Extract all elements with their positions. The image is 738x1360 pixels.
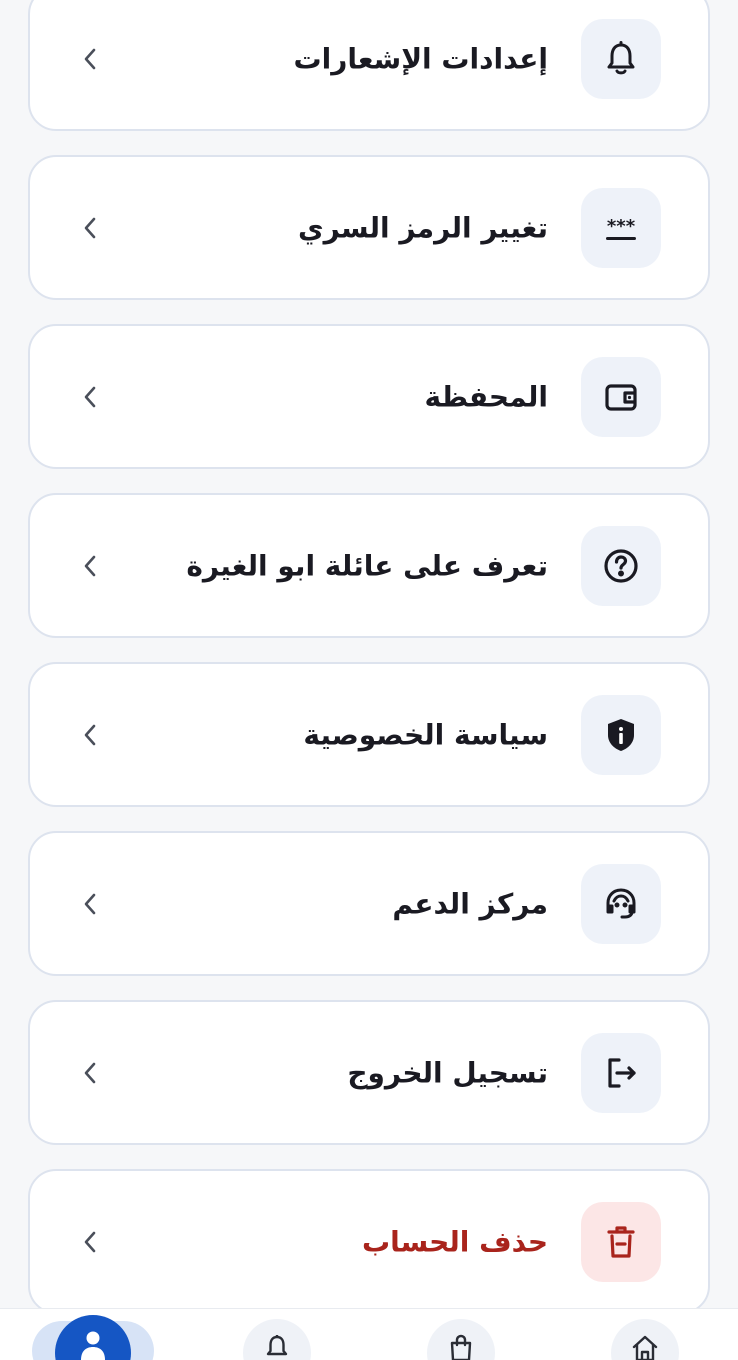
chevron-left-icon xyxy=(78,215,104,241)
menu-item-wallet[interactable]: المحفظة xyxy=(28,324,710,469)
headset-icon xyxy=(606,888,636,918)
menu-item-label: إعدادات الإشعارات xyxy=(293,42,548,75)
menu-item-icon-box xyxy=(581,525,661,606)
home-icon xyxy=(632,1335,658,1360)
password-icon: *** xyxy=(606,216,636,240)
menu-item-privacy-policy[interactable]: سياسة الخصوصية xyxy=(28,662,710,807)
chevron-left-icon xyxy=(78,384,104,410)
menu-item-label: المحفظة xyxy=(424,380,548,413)
logout-icon xyxy=(608,1057,636,1088)
wallet-icon xyxy=(605,383,637,411)
menu-item-icon-box xyxy=(581,863,661,944)
menu-item-label: سياسة الخصوصية xyxy=(303,718,548,751)
menu-item-icon-box xyxy=(581,18,661,99)
menu-item-label: حذف الحساب xyxy=(361,1225,548,1258)
chevron-left-icon xyxy=(78,891,104,917)
menu-item-icon-box: *** xyxy=(581,187,661,268)
profile-icon xyxy=(81,1331,105,1360)
menu-item-delete-account[interactable]: حذف الحساب xyxy=(28,1169,710,1314)
menu-item-logout[interactable]: تسجيل الخروج xyxy=(28,1000,710,1145)
question-icon xyxy=(604,548,638,583)
menu-item-about-family[interactable]: تعرف على عائلة ابو الغيرة xyxy=(28,493,710,638)
chevron-left-icon xyxy=(78,46,104,72)
screen: إعدادات الإشعارات *** تغيير الرمز السري xyxy=(0,0,738,1360)
menu-item-label: مركز الدعم xyxy=(392,887,548,920)
bottom-nav xyxy=(0,1308,738,1360)
menu-item-icon-box xyxy=(581,1201,661,1282)
chevron-left-icon xyxy=(78,1060,104,1086)
trash-icon xyxy=(607,1225,635,1258)
menu-item-label: تغيير الرمز السري xyxy=(297,211,548,244)
menu-item-label: تعرف على عائلة ابو الغيرة xyxy=(186,549,548,582)
menu-item-change-password[interactable]: *** تغيير الرمز السري xyxy=(28,155,710,300)
chevron-left-icon xyxy=(78,1229,104,1255)
chevron-left-icon xyxy=(78,553,104,579)
menu-item-icon-box xyxy=(581,694,661,775)
shopping-bag-icon xyxy=(450,1334,472,1360)
shield-icon xyxy=(608,718,634,751)
nav-home-button[interactable] xyxy=(611,1319,679,1360)
bell-icon xyxy=(607,40,635,74)
menu-item-icon-box xyxy=(581,1032,661,1113)
menu-item-notification-settings[interactable]: إعدادات الإشعارات xyxy=(28,0,710,131)
bell-icon xyxy=(266,1335,288,1356)
menu-item-label: تسجيل الخروج xyxy=(347,1056,548,1089)
svg-text:***: *** xyxy=(607,216,636,237)
nav-shop-button[interactable] xyxy=(427,1319,495,1360)
chevron-left-icon xyxy=(78,722,104,748)
menu-item-support-center[interactable]: مركز الدعم xyxy=(28,831,710,976)
nav-notifications-button[interactable] xyxy=(243,1319,311,1360)
menu-item-icon-box xyxy=(581,356,661,437)
